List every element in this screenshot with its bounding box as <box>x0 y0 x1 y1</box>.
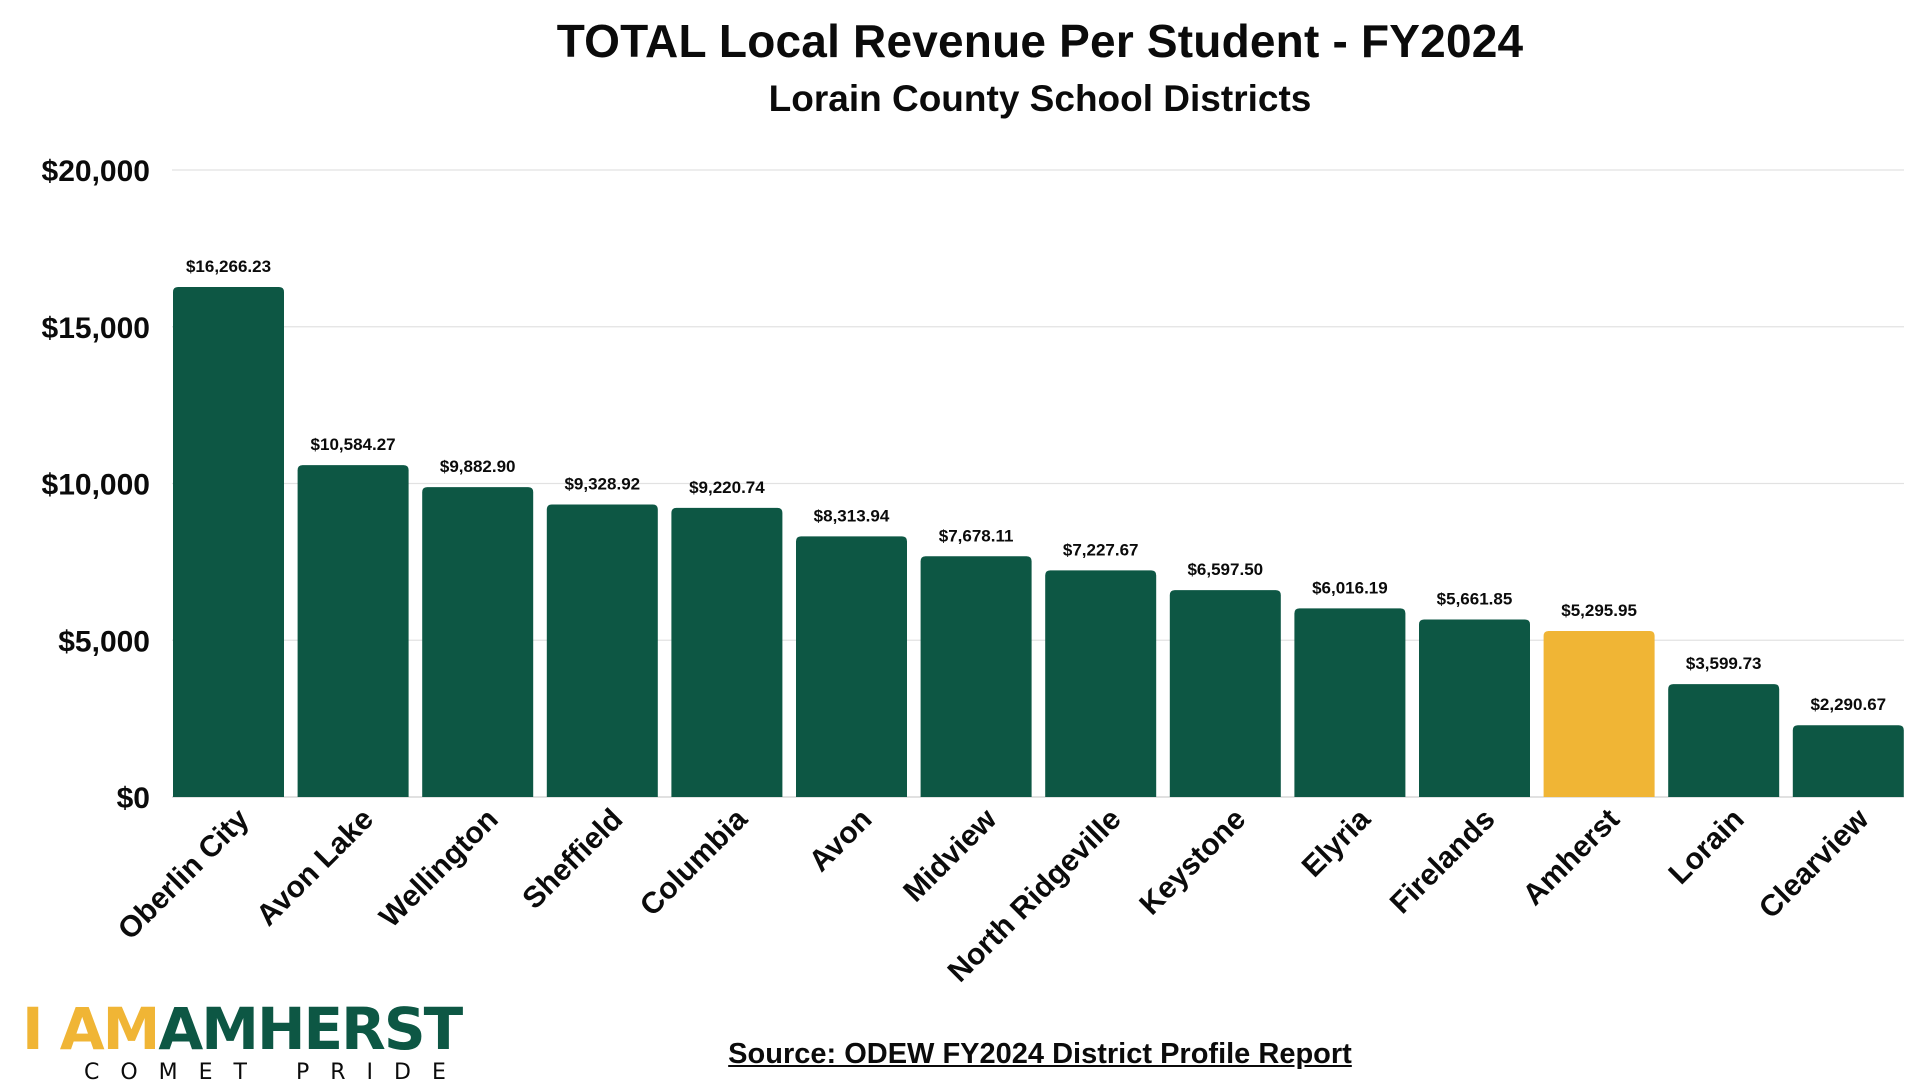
bar-sheffield <box>546 504 658 797</box>
bar-clearview <box>1792 725 1904 797</box>
bar-avon-lake <box>297 465 409 797</box>
bar-wellington <box>422 487 534 797</box>
x-tick-label: Sheffield <box>516 803 629 916</box>
value-label: $7,678.11 <box>939 526 1014 545</box>
y-tick-label: $5,000 <box>58 625 150 658</box>
bar-columbia <box>671 507 783 797</box>
x-tick-label: Elyria <box>1296 802 1377 883</box>
bar-midview <box>920 556 1032 797</box>
value-label: $9,220.74 <box>689 478 765 497</box>
bar-avon <box>796 536 907 797</box>
bar-chart: $0 $5,000 $10,000 $15,000 $20,000 $16,266.23… <box>42 155 1904 989</box>
y-tick-label: $15,000 <box>42 312 150 345</box>
x-tick-label: Columbia <box>634 802 754 922</box>
value-label: $6,597.50 <box>1187 560 1263 579</box>
value-label: $6,016.19 <box>1312 578 1388 597</box>
x-axis-labels: Oberlin CityAvon LakeWellington Sheffield… <box>112 802 1876 988</box>
bar-firelands <box>1419 619 1530 797</box>
x-tick-label: Avon Lake <box>250 803 380 933</box>
value-label: $9,882.90 <box>440 457 516 476</box>
value-label: $16,266.23 <box>186 257 271 276</box>
source-note: Source: ODEW FY2024 District Profile Rep… <box>728 1038 1352 1070</box>
bar-north-ridgeville <box>1045 570 1157 797</box>
y-tick-label: $10,000 <box>42 469 150 502</box>
x-tick-label: Wellington <box>373 803 504 934</box>
x-tick-label: Amherst <box>1517 803 1626 912</box>
bar-keystone <box>1169 590 1281 797</box>
value-label: $10,584.27 <box>311 435 396 454</box>
value-label: $7,227.67 <box>1063 540 1139 559</box>
x-tick-label: Avon <box>803 803 879 879</box>
x-tick-label: Midview <box>897 802 1003 908</box>
value-label: $3,599.73 <box>1686 654 1762 673</box>
y-tick-label: $0 <box>117 782 150 815</box>
x-tick-label: Keystone <box>1133 803 1252 922</box>
bar-amherst <box>1543 630 1655 797</box>
value-label: $2,290.67 <box>1810 695 1886 714</box>
bar-lorain <box>1668 684 1780 797</box>
value-label: $5,295.95 <box>1561 601 1637 620</box>
x-tick-label: Firelands <box>1384 803 1502 921</box>
x-tick-label: Oberlin City <box>112 802 256 946</box>
y-tick-label: $20,000 <box>42 155 150 188</box>
value-label: $8,313.94 <box>814 506 890 525</box>
x-tick-label: Clearview <box>1753 802 1876 925</box>
y-axis-ticks: $0 $5,000 $10,000 $15,000 $20,000 <box>42 155 150 815</box>
bars <box>173 287 1904 797</box>
bar-oberlin-city <box>173 287 284 797</box>
bar-elyria <box>1294 608 1406 797</box>
value-label: $9,328.92 <box>564 475 640 494</box>
value-label: $5,661.85 <box>1437 590 1513 609</box>
x-tick-label: Lorain <box>1662 803 1750 891</box>
